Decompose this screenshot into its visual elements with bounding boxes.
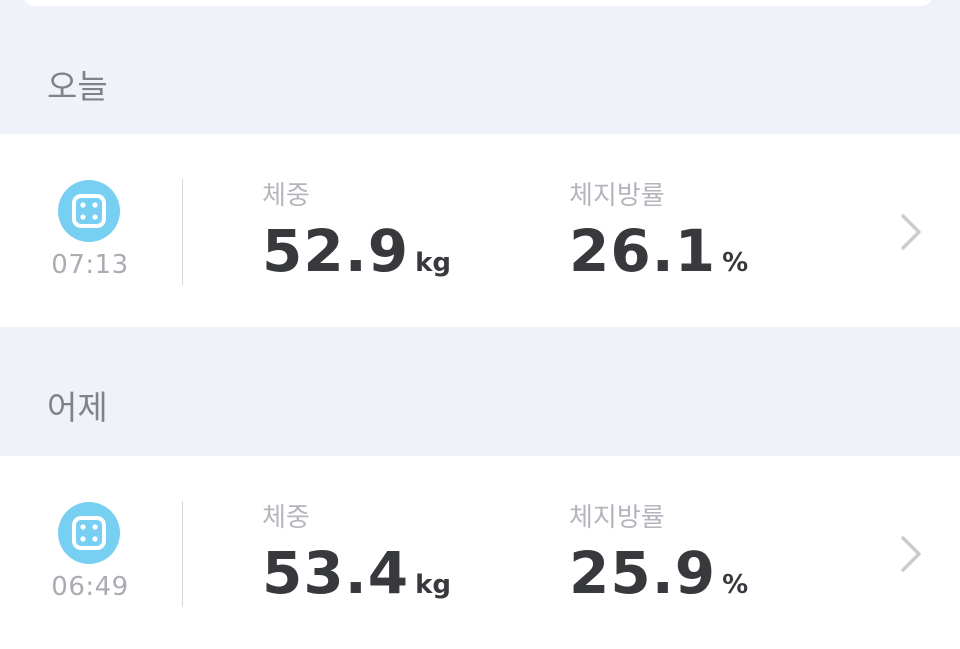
divider <box>182 179 183 285</box>
scale-icon <box>58 180 120 242</box>
weight-value: 52.9 <box>262 217 410 285</box>
record-time: 07:13 <box>51 250 129 280</box>
body-fat-unit: % <box>722 570 749 600</box>
weight-label: 체중 <box>262 181 310 211</box>
weight-value: 53.4 <box>262 539 410 607</box>
record-row[interactable]: 06:49 체중 53.4 kg 체지방률 25.9% <box>0 456 960 649</box>
body-fat-value: 25.9 <box>569 539 717 607</box>
body-fat-label: 체지방률 <box>569 181 665 211</box>
record-row[interactable]: 07:13 체중 52.9 kg 체지방률 26.1% <box>0 134 960 327</box>
weight-unit: kg <box>415 570 452 600</box>
previous-card <box>22 0 934 6</box>
scale-icon <box>58 502 120 564</box>
weight-label: 체중 <box>262 503 310 533</box>
section-header-today: 오늘 <box>47 67 108 106</box>
body-fat-metric: 체지방률 25.9% <box>569 500 748 604</box>
chevron-right-icon[interactable] <box>898 212 924 252</box>
body-fat-unit: % <box>722 248 749 278</box>
body-fat-metric: 체지방률 26.1% <box>569 178 748 282</box>
divider <box>182 501 183 607</box>
section-header-yesterday: 어제 <box>47 388 108 427</box>
weight-metric: 체중 52.9 kg <box>262 178 451 282</box>
body-fat-value: 26.1 <box>569 217 717 285</box>
record-time: 06:49 <box>51 572 129 602</box>
chevron-right-icon[interactable] <box>898 534 924 574</box>
body-fat-label: 체지방률 <box>569 503 665 533</box>
weight-unit: kg <box>415 248 452 278</box>
weight-metric: 체중 53.4 kg <box>262 500 451 604</box>
